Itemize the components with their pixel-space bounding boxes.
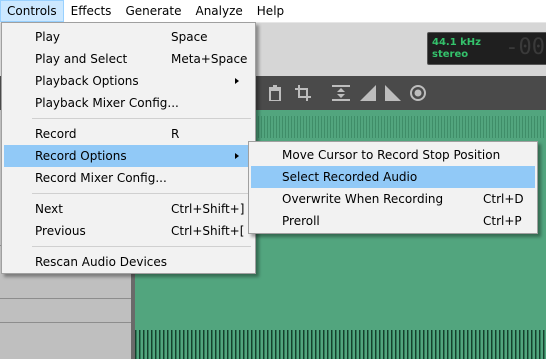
menu-generate[interactable]: Generate bbox=[118, 0, 188, 22]
menu-item-label: Overwrite When Recording bbox=[282, 192, 444, 206]
channels-text: stereo bbox=[432, 49, 469, 60]
menu-item-select-recorded-audio[interactable]: Select Recorded Audio bbox=[251, 166, 535, 188]
controls-menu: Play Space Play and Select Meta+Space Pl… bbox=[1, 22, 256, 274]
menu-help[interactable]: Help bbox=[250, 0, 291, 22]
submenu-arrow-icon bbox=[235, 78, 239, 84]
sample-rate-text: 44.1 kHz bbox=[432, 37, 481, 48]
crop-icon[interactable] bbox=[295, 85, 311, 104]
menu-item-playback-options[interactable]: Playback Options bbox=[4, 70, 253, 92]
menu-separator bbox=[32, 246, 251, 247]
menu-item-overwrite-when-recording[interactable]: Overwrite When Recording Ctrl+D bbox=[251, 188, 535, 210]
menu-item-shortcut: Ctrl+Shift+] bbox=[171, 202, 245, 216]
project-rate-display: 44.1 kHz stereo -00 bbox=[427, 32, 546, 65]
menu-item-shortcut: Ctrl+D bbox=[483, 192, 524, 206]
menu-item-shortcut: Meta+Space bbox=[171, 52, 248, 66]
menu-item-label: Record Mixer Config... bbox=[35, 171, 167, 185]
menu-item-next[interactable]: Next Ctrl+Shift+] bbox=[4, 198, 253, 220]
menu-item-record[interactable]: Record R bbox=[4, 123, 253, 145]
menu-item-shortcut: Ctrl+P bbox=[483, 214, 522, 228]
waveform-lower bbox=[135, 330, 546, 359]
menu-item-label: Playback Mixer Config... bbox=[35, 96, 179, 110]
zoom-fit-icon[interactable] bbox=[332, 85, 350, 104]
menu-item-label: Playback Options bbox=[35, 74, 139, 88]
menu-item-move-cursor-to-record-stop[interactable]: Move Cursor to Record Stop Position bbox=[251, 144, 535, 166]
record-options-submenu: Move Cursor to Record Stop Position Sele… bbox=[248, 141, 538, 234]
menu-item-label: Record bbox=[35, 127, 77, 141]
menu-item-label: Select Recorded Audio bbox=[282, 170, 418, 184]
menu-item-play[interactable]: Play Space bbox=[4, 26, 253, 48]
menu-item-playback-mixer-config[interactable]: Playback Mixer Config... bbox=[4, 92, 253, 114]
time-digits: -00 bbox=[505, 35, 545, 60]
menu-item-previous[interactable]: Previous Ctrl+Shift+[ bbox=[4, 220, 253, 242]
menu-item-label: Record Options bbox=[35, 149, 127, 163]
panel-divider-line bbox=[0, 298, 131, 299]
menu-item-record-options[interactable]: Record Options bbox=[4, 145, 253, 167]
fade-out-icon[interactable] bbox=[385, 85, 401, 104]
menu-effects[interactable]: Effects bbox=[64, 0, 119, 22]
record-meter-icon[interactable] bbox=[410, 85, 426, 104]
panel-divider-line bbox=[0, 322, 131, 323]
menu-item-shortcut: Space bbox=[171, 30, 208, 44]
menu-item-label: Rescan Audio Devices bbox=[35, 255, 168, 269]
submenu-arrow-icon bbox=[235, 153, 239, 159]
menu-item-label: Next bbox=[35, 202, 63, 216]
menu-item-preroll[interactable]: Preroll Ctrl+P bbox=[251, 210, 535, 232]
fade-in-icon[interactable] bbox=[360, 85, 376, 104]
menu-analyze[interactable]: Analyze bbox=[188, 0, 249, 22]
menu-item-label: Play bbox=[35, 30, 61, 44]
menu-item-rescan-audio-devices[interactable]: Rescan Audio Devices bbox=[4, 251, 253, 273]
menu-item-label: Preroll bbox=[282, 214, 320, 228]
menu-item-record-mixer-config[interactable]: Record Mixer Config... bbox=[4, 167, 253, 189]
menu-separator bbox=[32, 193, 251, 194]
menu-item-play-and-select[interactable]: Play and Select Meta+Space bbox=[4, 48, 253, 70]
menu-item-label: Move Cursor to Record Stop Position bbox=[282, 148, 501, 162]
trash-icon[interactable] bbox=[268, 85, 282, 104]
menu-separator bbox=[32, 118, 251, 119]
menu-item-label: Play and Select bbox=[35, 52, 128, 66]
menu-item-shortcut: R bbox=[171, 127, 180, 141]
menu-bar: Controls Effects Generate Analyze Help bbox=[0, 0, 546, 23]
menu-controls[interactable]: Controls bbox=[0, 0, 64, 22]
menu-item-label: Previous bbox=[35, 224, 86, 238]
menu-item-shortcut: Ctrl+Shift+[ bbox=[171, 224, 245, 238]
